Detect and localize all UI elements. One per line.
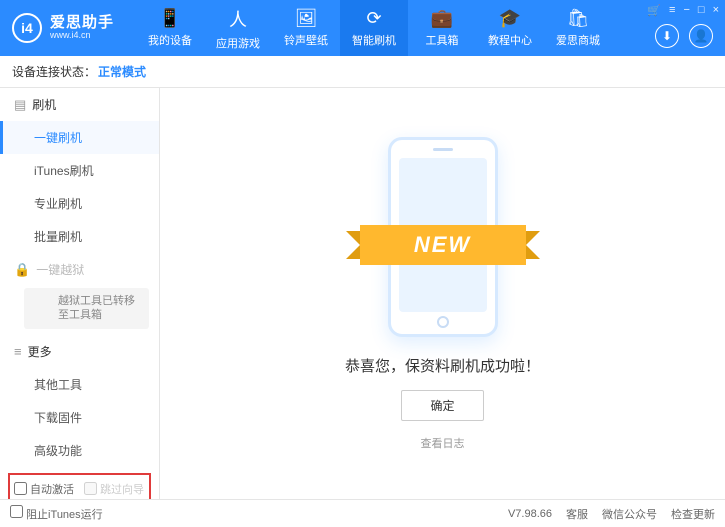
auto-activate-checkbox[interactable]: 自动激活: [14, 481, 74, 497]
footer-link-update[interactable]: 检查更新: [671, 506, 715, 522]
footer-link-support[interactable]: 客服: [566, 506, 588, 522]
app-header: i4 爱思助手 www.i4.cn 📱我的设备 人应用游戏 🖼铃声壁纸 ⟳智能刷…: [0, 0, 725, 56]
store-icon: 🛍: [567, 8, 590, 29]
logo-icon: i4: [12, 13, 42, 43]
sidebar-options-box: 自动激活 跳过向导: [8, 473, 151, 499]
lock-icon: 🔒: [14, 262, 30, 278]
status-bar: 设备连接状态： 正常模式: [0, 56, 725, 88]
sidebar-group-flash[interactable]: ▤ 刷机: [0, 88, 159, 121]
skip-guide-checkbox[interactable]: 跳过向导: [84, 481, 144, 497]
sidebar-item-other-tools[interactable]: 其他工具: [0, 368, 159, 401]
menu-icon[interactable]: ≡: [669, 4, 675, 17]
menu-icon: ≡: [14, 344, 22, 359]
wallpaper-icon: 🖼: [295, 8, 318, 29]
sidebar: ▤ 刷机 一键刷机 iTunes刷机 专业刷机 批量刷机 🔒 一键越狱 越狱工具…: [0, 88, 160, 499]
nav-toolbox[interactable]: 💼工具箱: [408, 0, 476, 56]
sidebar-item-download-firmware[interactable]: 下载固件: [0, 401, 159, 434]
flash-icon: ⟳: [366, 8, 381, 29]
main-nav: 📱我的设备 人应用游戏 🖼铃声壁纸 ⟳智能刷机 💼工具箱 🎓教程中心 🛍爱思商城: [136, 0, 612, 56]
sidebar-item-advanced[interactable]: 高级功能: [0, 434, 159, 467]
confirm-button[interactable]: 确定: [401, 390, 483, 421]
sidebar-item-itunes-flash[interactable]: iTunes刷机: [0, 154, 159, 187]
apps-icon: 人: [229, 6, 247, 32]
footer: 阻止iTunes运行 V7.98.66 客服 微信公众号 检查更新: [0, 499, 725, 527]
footer-link-wechat[interactable]: 微信公众号: [602, 506, 657, 522]
list-icon: ▤: [14, 97, 26, 113]
main-content: NEW 恭喜您，保资料刷机成功啦！ 确定 查看日志: [160, 88, 725, 499]
tutorial-icon: 🎓: [499, 8, 521, 29]
nav-store[interactable]: 🛍爱思商城: [544, 0, 612, 56]
new-ribbon: NEW: [360, 225, 526, 265]
app-subtitle: www.i4.cn: [50, 31, 114, 41]
phone-icon: 📱: [159, 8, 181, 29]
maximize-button[interactable]: □: [698, 4, 705, 17]
sidebar-group-more[interactable]: ≡ 更多: [0, 335, 159, 368]
app-title: 爱思助手: [50, 15, 114, 32]
user-icon[interactable]: 👤: [689, 24, 713, 48]
window-controls: 🛒 ≡ − □ ×: [647, 4, 719, 17]
block-itunes-checkbox[interactable]: 阻止iTunes运行: [10, 505, 103, 522]
nav-smart-flash[interactable]: ⟳智能刷机: [340, 0, 408, 56]
version-label: V7.98.66: [508, 508, 552, 520]
phone-illustration: NEW: [388, 137, 498, 337]
success-message: 恭喜您，保资料刷机成功啦！: [345, 355, 540, 376]
header-right-icons: ⬇ 👤: [655, 24, 713, 48]
sidebar-group-jailbreak: 🔒 一键越狱: [0, 253, 159, 286]
nav-tutorials[interactable]: 🎓教程中心: [476, 0, 544, 56]
sidebar-item-pro-flash[interactable]: 专业刷机: [0, 187, 159, 220]
sidebar-item-batch-flash[interactable]: 批量刷机: [0, 220, 159, 253]
nav-my-device[interactable]: 📱我的设备: [136, 0, 204, 56]
nav-ringtones[interactable]: 🖼铃声壁纸: [272, 0, 340, 56]
download-icon[interactable]: ⬇: [655, 24, 679, 48]
close-button[interactable]: ×: [713, 4, 719, 17]
sidebar-jailbreak-note: 越狱工具已转移至工具箱: [24, 288, 149, 329]
minimize-button[interactable]: −: [683, 4, 689, 17]
nav-apps-games[interactable]: 人应用游戏: [204, 0, 272, 56]
cart-icon[interactable]: 🛒: [647, 4, 661, 17]
sidebar-item-oneclick-flash[interactable]: 一键刷机: [0, 121, 159, 154]
status-mode: 正常模式: [98, 63, 146, 80]
toolbox-icon: 💼: [431, 8, 453, 29]
status-label: 设备连接状态：: [12, 63, 96, 80]
logo-area: i4 爱思助手 www.i4.cn: [0, 13, 126, 43]
view-log-link[interactable]: 查看日志: [421, 435, 465, 451]
